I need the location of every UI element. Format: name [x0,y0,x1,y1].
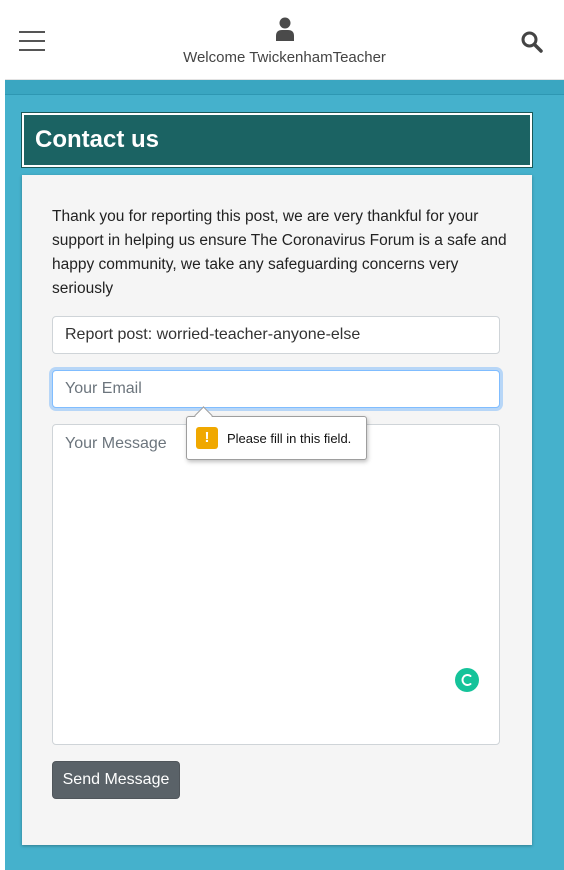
welcome-message: Welcome TwickenhamTeacher [183,49,386,66]
warning-icon: ! [196,427,218,449]
intro-text: Thank you for reporting this post, we ar… [52,208,507,297]
validation-tooltip: ! Please fill in this field. [186,406,367,460]
report-post-field[interactable] [52,316,500,354]
email-field[interactable] [52,370,500,408]
user-icon [276,17,294,41]
grammarly-icon[interactable] [455,668,479,692]
send-message-button[interactable]: Send Message [52,761,180,799]
validation-message: Please fill in this field. [227,431,352,446]
contact-header: Contact us [21,112,533,168]
top-header: Welcome TwickenhamTeacher [5,5,564,80]
page-background: Welcome TwickenhamTeacher Contact us Tha… [5,5,564,870]
header-band [5,80,564,95]
page-title: Contact us [35,126,160,153]
message-field[interactable] [52,424,500,745]
contact-card: Thank you for reporting this post, we ar… [22,175,532,845]
search-icon[interactable] [520,30,544,54]
